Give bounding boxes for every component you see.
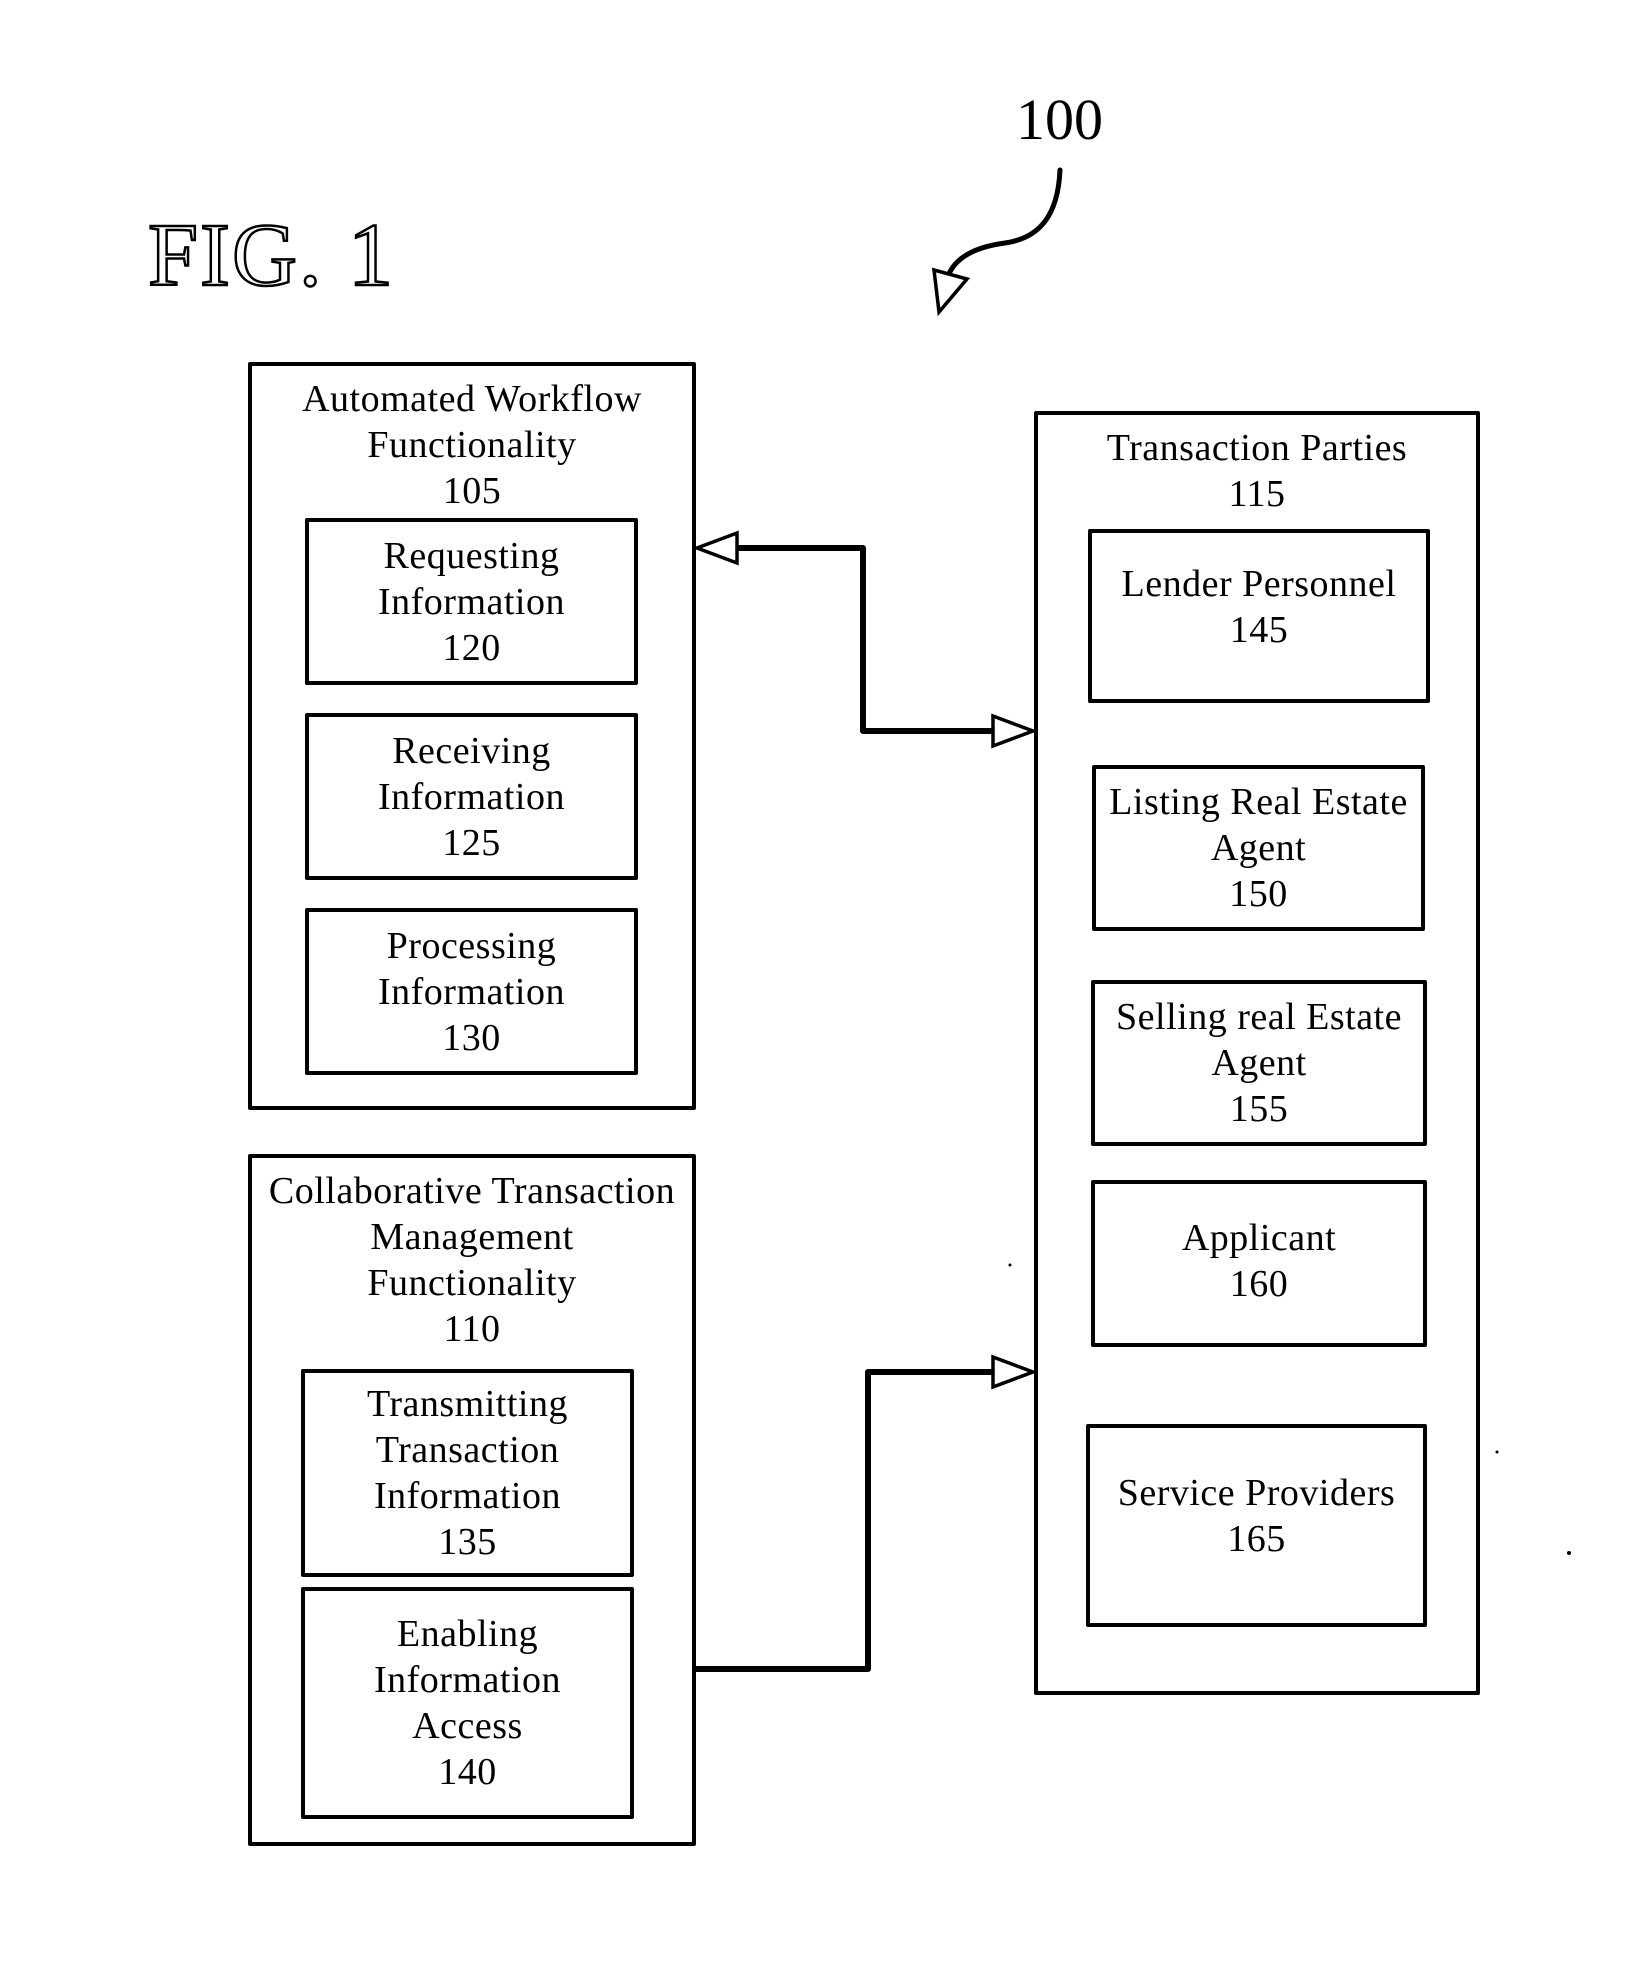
box-label-line: Selling real Estate: [1116, 996, 1402, 1038]
box-label-line: Information: [377, 580, 565, 623]
box-title-line: Collaborative Transaction: [268, 1170, 676, 1212]
scan-speck: [1495, 1450, 1499, 1454]
box-label-line: Transaction: [375, 1429, 560, 1471]
box-label-line: Agent: [1210, 827, 1307, 869]
box-ref-number: 110: [443, 1308, 501, 1350]
box-ref-number: 120: [442, 626, 501, 669]
box-label-line: Information: [377, 775, 565, 818]
box-label-line: Agent: [1211, 1042, 1307, 1084]
box-label-line: Service Providers: [1117, 1471, 1396, 1514]
box-label-line: Receiving: [392, 729, 551, 772]
box-label-line: Applicant: [1181, 1216, 1337, 1259]
box-label-line: Lender Personnel: [1121, 563, 1397, 605]
arrowhead-right-icon: [991, 713, 1038, 749]
box-ref-number: 160: [1229, 1262, 1289, 1305]
box-label-line: Information: [377, 970, 565, 1013]
box-label-line: Access: [412, 1705, 523, 1747]
box-label-line: Information: [373, 1475, 561, 1517]
listing-real-estate-agent-box: Listing Real Estate Agent 150: [1092, 765, 1425, 931]
box-title-line: Transaction Parties: [1106, 427, 1408, 469]
box-label-line: Requesting: [383, 534, 560, 577]
connector-collaborative-to-parties: [695, 1369, 993, 1672]
service-providers-box: Service Providers 165: [1086, 1424, 1427, 1627]
box-ref-number: 130: [442, 1016, 501, 1059]
reference-arrowhead-icon: [931, 267, 971, 317]
reference-number-100: 100: [1016, 87, 1103, 152]
box-title-line: Management: [370, 1216, 574, 1258]
reference-curved-arrow: [945, 167, 1063, 279]
enabling-information-access-box: Enabling Information Access 140: [301, 1587, 634, 1819]
box-ref-number: 135: [438, 1521, 497, 1563]
transmitting-transaction-information-box: Transmitting Transaction Information 135: [301, 1369, 634, 1577]
applicant-box: Applicant 160: [1091, 1180, 1427, 1347]
box-ref-number: 165: [1227, 1517, 1286, 1560]
arrowhead-left-icon: [692, 530, 739, 566]
box-ref-number: 155: [1229, 1088, 1289, 1130]
arrowhead-right-icon: [991, 1354, 1038, 1390]
box-label-line: Information: [373, 1659, 561, 1701]
scan-speck: [1008, 1263, 1012, 1267]
box-ref-number: 125: [442, 821, 501, 864]
requesting-information-box: Requesting Information 120: [305, 518, 638, 685]
box-ref-number: 105: [442, 470, 502, 512]
box-label-line: Enabling: [396, 1613, 539, 1655]
box-label-line: Listing Real Estate: [1109, 781, 1408, 823]
processing-information-box: Processing Information 130: [305, 908, 638, 1075]
connector-workflow-to-parties: [735, 545, 993, 734]
box-ref-number: 115: [1228, 473, 1286, 515]
box-label-line: Processing: [386, 924, 557, 967]
lender-personnel-box: Lender Personnel 145: [1088, 529, 1430, 703]
box-label-line: Transmitting: [367, 1383, 568, 1425]
box-ref-number: 140: [438, 1751, 497, 1793]
box-title-line: Functionality: [367, 424, 577, 466]
patent-figure: FIG. 1 100 Automated Workflow Functional…: [0, 0, 1636, 1962]
scan-speck: [1567, 1551, 1571, 1555]
box-title-line: Functionality: [367, 1262, 577, 1304]
box-ref-number: 150: [1229, 873, 1288, 915]
figure-label: FIG. 1: [147, 205, 396, 307]
receiving-information-box: Receiving Information 125: [305, 713, 638, 880]
selling-real-estate-agent-box: Selling real Estate Agent 155: [1091, 980, 1427, 1146]
box-title-line: Automated Workflow: [302, 378, 642, 420]
box-ref-number: 145: [1229, 609, 1289, 651]
